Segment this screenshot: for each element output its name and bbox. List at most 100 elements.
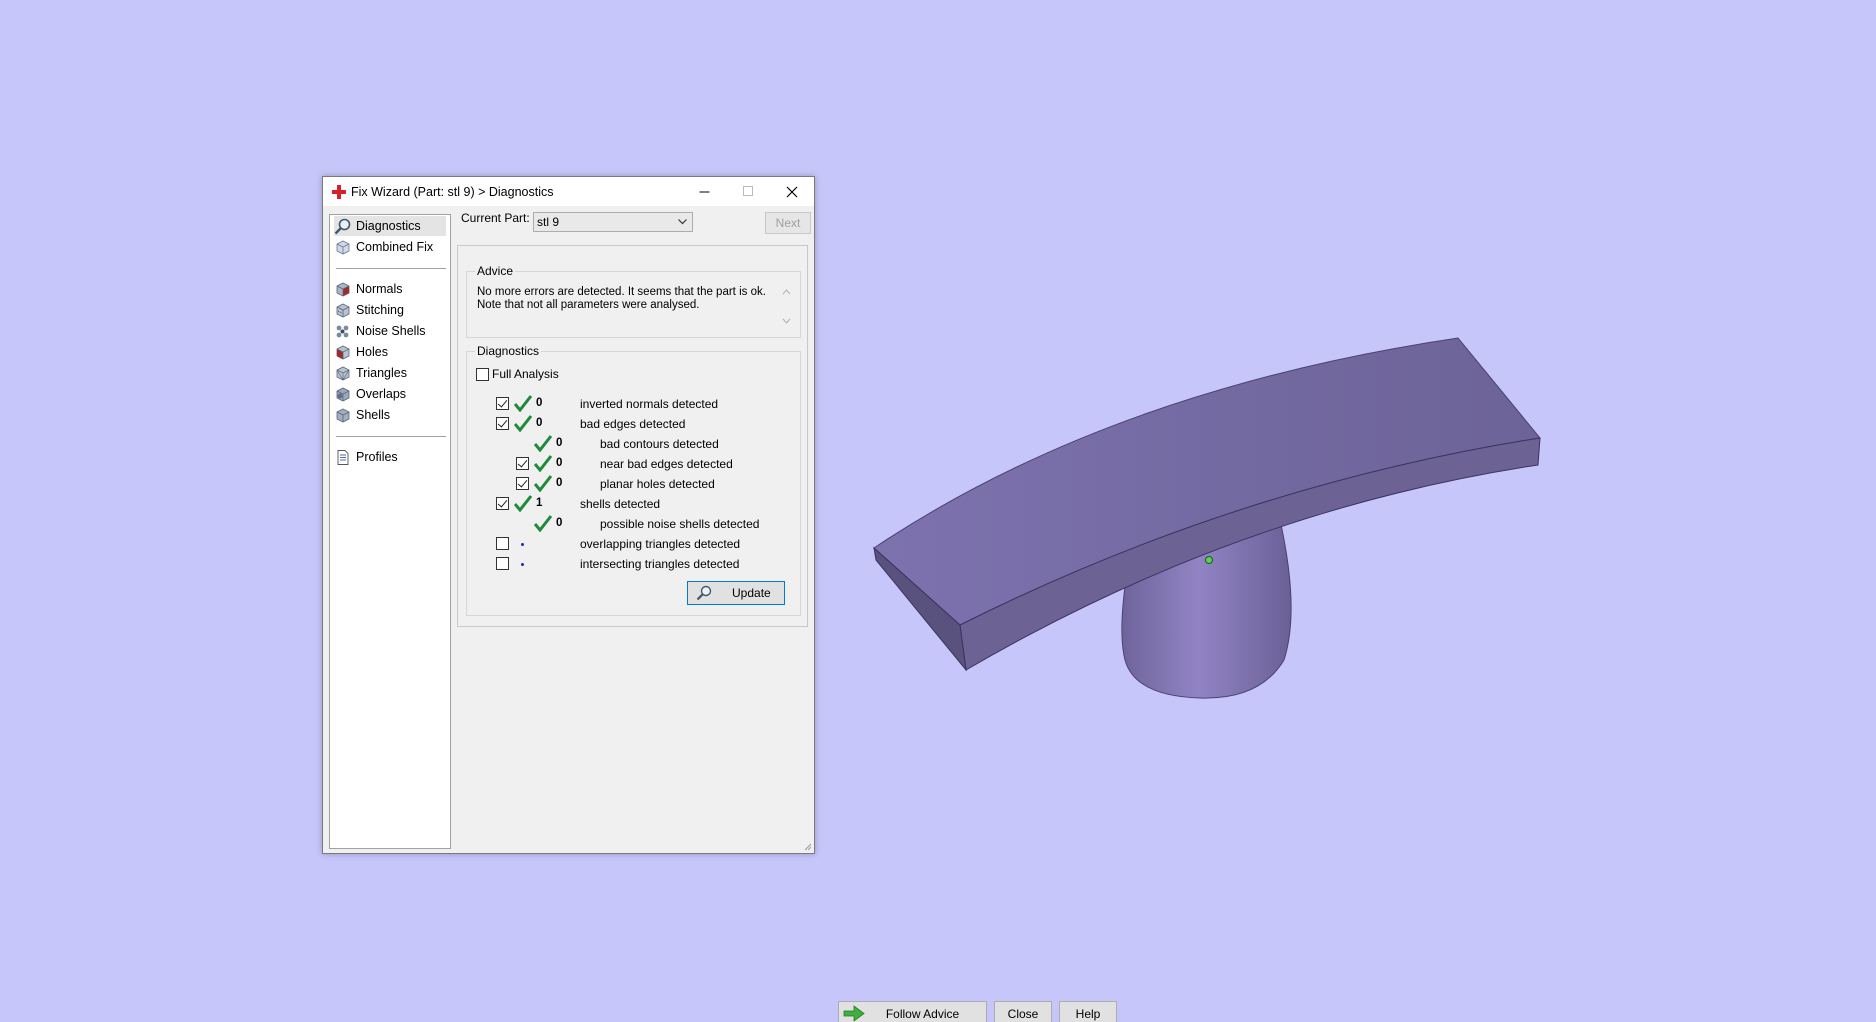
update-button[interactable]: Update: [687, 581, 785, 605]
sidebar-item-label: Overlaps: [356, 387, 407, 401]
sidebar-item-label: Diagnostics: [356, 219, 421, 233]
follow-advice-label: Follow Advice: [885, 1006, 960, 1021]
sidebar-item-profiles[interactable]: Profiles: [334, 447, 446, 467]
diagnostic-label: bad contours detected: [600, 437, 719, 451]
advice-line-1: No more errors are detected. It seems th…: [477, 286, 766, 298]
sidebar-item-label: Shells: [356, 408, 391, 422]
sidebar-item-label: Normals: [356, 282, 403, 296]
maximize-icon: [742, 186, 753, 196]
diagnostic-label: inverted normals detected: [580, 397, 719, 411]
check-icon: [514, 395, 532, 412]
sidebar-item-normals[interactable]: Normals: [334, 279, 446, 299]
minimize-button[interactable]: [682, 177, 726, 206]
sidebar-item-overlaps[interactable]: Overlaps: [334, 384, 446, 404]
diagnostic-count: 0: [536, 397, 543, 409]
sidebar-item-combined-fix[interactable]: Combined Fix: [334, 237, 446, 257]
advice-text-box: No more errors are detected. It seems th…: [469, 284, 787, 330]
title-bar[interactable]: Fix Wizard (Part: stl 9) > Diagnostics: [323, 177, 814, 206]
sidebar-item-label: Holes: [356, 345, 388, 359]
check-icon: [534, 515, 552, 532]
triangles-cube-icon: [336, 366, 350, 380]
point-marker-icon: [1205, 556, 1213, 564]
full-analysis-label: Full Analysis: [492, 367, 559, 381]
diagnostic-checkbox[interactable]: [496, 397, 509, 410]
diagnostic-count: 1: [536, 497, 543, 509]
diagnostic-label: intersecting triangles detected: [580, 557, 740, 571]
normals-cube-icon: [336, 282, 350, 296]
scroll-down-icon[interactable]: [782, 318, 791, 325]
diagnostic-count: 0: [556, 517, 563, 529]
fix-wizard-dialog: Fix Wizard (Part: stl 9) > Diagnostics D…: [322, 176, 1117, 1022]
maximize-button[interactable]: [726, 177, 770, 206]
check-icon: [534, 455, 552, 472]
document-icon: [337, 449, 349, 465]
follow-advice-button[interactable]: Follow Advice: [838, 1001, 987, 1022]
pending-dot-icon: [521, 563, 524, 566]
part-3d-model[interactable]: [860, 320, 1560, 740]
diagnostic-count: 0: [536, 417, 543, 429]
sidebar-item-stitching[interactable]: Stitching: [334, 300, 446, 320]
magnifier-icon: [334, 218, 351, 234]
holes-cube-icon: [336, 345, 350, 359]
minimize-icon: [699, 191, 709, 193]
sidebar-divider: [336, 268, 446, 269]
diagnostic-checkbox[interactable]: [496, 417, 509, 430]
advice-group: Advice No more errors are detected. It s…: [466, 264, 801, 338]
close-button[interactable]: Close: [994, 1001, 1052, 1022]
sidebar-item-diagnostics[interactable]: Diagnostics: [334, 216, 446, 236]
sidebar-divider: [336, 436, 446, 437]
sidebar-item-shells[interactable]: Shells: [334, 405, 446, 425]
diagnostic-count: 0: [556, 457, 563, 469]
magnifier-icon: [696, 585, 712, 601]
current-part-value: stl 9: [537, 215, 560, 229]
sidebar-item-noise-shells[interactable]: Noise Shells: [334, 321, 446, 341]
cube-icon: [336, 240, 350, 254]
current-part-label: Current Part:: [461, 211, 530, 225]
diagnostic-label: shells detected: [580, 497, 661, 511]
current-part-dropdown[interactable]: stl 9: [533, 212, 693, 232]
close-window-button[interactable]: [770, 177, 814, 206]
diagnostic-checkbox[interactable]: [516, 477, 529, 490]
sidebar-item-label: Stitching: [356, 303, 404, 317]
diagnostics-panel: Advice No more errors are detected. It s…: [457, 245, 808, 627]
diagnostic-label: near bad edges detected: [600, 457, 733, 471]
noise-shells-icon: [336, 325, 349, 337]
sidebar-item-label: Profiles: [356, 450, 398, 464]
diagnostics-group-label: Diagnostics: [475, 344, 542, 358]
stitching-cube-icon: [336, 303, 350, 317]
scroll-up-icon[interactable]: [782, 288, 791, 295]
chevron-down-icon: [678, 219, 687, 225]
sidebar-item-holes[interactable]: Holes: [334, 342, 446, 362]
overlaps-cube-icon: [336, 387, 350, 401]
window-title: Fix Wizard (Part: stl 9) > Diagnostics: [351, 184, 554, 199]
sidebar-item-label: Triangles: [356, 366, 407, 380]
advice-group-label: Advice: [475, 264, 516, 278]
sidebar-item-label: Noise Shells: [356, 324, 426, 338]
resize-grip-icon[interactable]: [802, 841, 812, 851]
diagnostic-label: bad edges detected: [580, 417, 686, 431]
diagnostic-checkbox[interactable]: [496, 537, 509, 550]
diagnostic-checkbox[interactable]: [496, 497, 509, 510]
diagnostic-label: overlapping triangles detected: [580, 537, 741, 551]
check-icon: [514, 495, 532, 512]
update-label: Update: [732, 586, 771, 600]
help-button[interactable]: Help: [1059, 1001, 1117, 1022]
diagnostic-checkbox[interactable]: [496, 557, 509, 570]
red-cross-icon: [332, 184, 346, 199]
diagnostic-count: 0: [556, 437, 563, 449]
diagnostic-label: planar holes detected: [600, 477, 715, 491]
full-analysis-checkbox[interactable]: [476, 368, 489, 381]
diagnostic-label: possible noise shells detected: [600, 517, 760, 531]
diagnostic-count: 0: [556, 477, 563, 489]
sidebar-item-triangles[interactable]: Triangles: [334, 363, 446, 383]
check-icon: [534, 475, 552, 492]
pending-dot-icon: [521, 543, 524, 546]
sidebar-item-label: Combined Fix: [356, 240, 434, 254]
advice-line-2: Note that not all parameters were analys…: [477, 299, 700, 311]
check-icon: [534, 435, 552, 452]
diagnostics-group: Diagnostics Full Analysis 0 inverted nor…: [466, 344, 801, 616]
arrow-right-icon: [843, 1005, 865, 1022]
close-icon: [786, 186, 798, 197]
diagnostic-checkbox[interactable]: [516, 457, 529, 470]
next-button[interactable]: Next: [765, 212, 811, 234]
